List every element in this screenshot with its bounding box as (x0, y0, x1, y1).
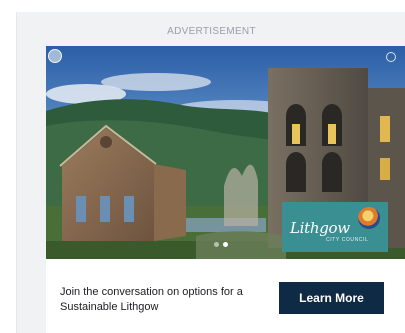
lithgow-logo: Lithgow CITY COUNCIL (282, 202, 388, 252)
logo-wordmark: Lithgow (290, 219, 350, 237)
ad-hero-image[interactable]: Lithgow CITY COUNCIL (46, 46, 405, 259)
carousel-dot[interactable] (214, 242, 219, 247)
ad-label: ADVERTISEMENT (167, 26, 256, 37)
ad-container: ADVERTISEMENT Lithgow CITY COUNCIL Join … (16, 12, 405, 333)
logo-subtitle: CITY COUNCIL (326, 237, 369, 243)
adchoices-icon[interactable] (48, 49, 62, 63)
carousel-dot-active[interactable] (223, 242, 228, 247)
council-crest-icon (358, 207, 380, 229)
learn-more-button[interactable]: Learn More (279, 282, 384, 314)
carousel-dots (214, 242, 228, 247)
close-icon[interactable] (386, 52, 396, 62)
ad-copy-text: Join the conversation on options for a S… (60, 286, 243, 313)
ad-card[interactable]: Lithgow CITY COUNCIL Join the conversati… (46, 46, 405, 333)
